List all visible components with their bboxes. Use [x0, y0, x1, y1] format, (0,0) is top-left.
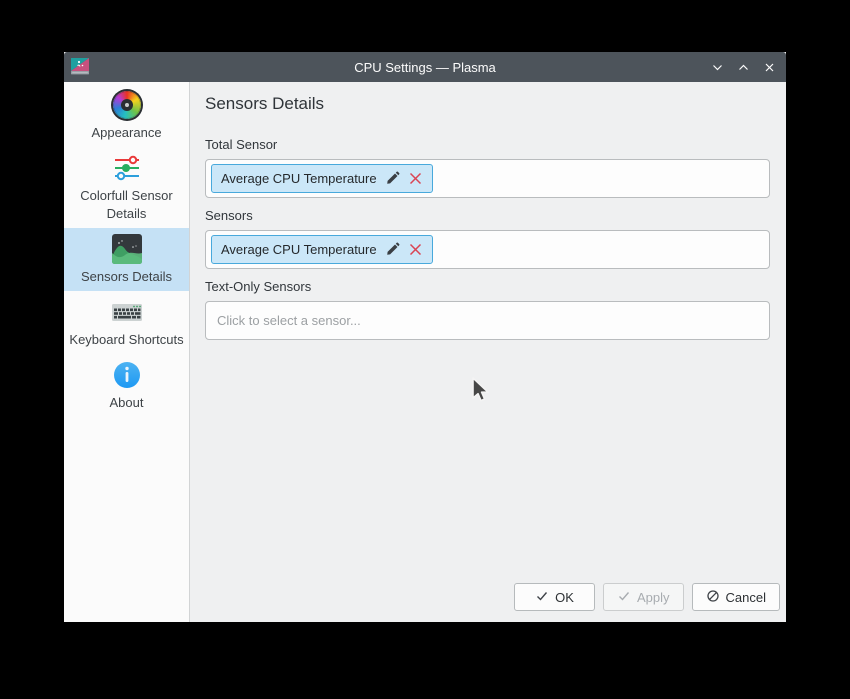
- info-icon: [111, 359, 143, 391]
- text-only-sensors-input[interactable]: [211, 302, 764, 339]
- window-title: CPU Settings — Plasma: [354, 60, 496, 75]
- apply-button-label: Apply: [637, 590, 670, 605]
- remove-x-icon[interactable]: [408, 242, 423, 257]
- chevron-down-icon[interactable]: [710, 60, 724, 74]
- cancel-button-label: Cancel: [726, 590, 766, 605]
- apply-button[interactable]: Apply: [603, 583, 684, 611]
- sidebar-item-label: Sensors Details: [81, 268, 172, 286]
- sliders-icon: [111, 152, 143, 184]
- pencil-icon[interactable]: [385, 242, 400, 257]
- sidebar-item-label: Keyboard Shortcuts: [69, 331, 183, 349]
- chevron-up-icon[interactable]: [736, 60, 750, 74]
- sensors-chip: Average CPU Temperature: [211, 235, 433, 264]
- text-only-sensors-label: Text-Only Sensors: [205, 279, 770, 294]
- sidebar-item-sensors-details[interactable]: Sensors Details: [64, 228, 189, 291]
- sensors-field[interactable]: Average CPU Temperature: [205, 230, 770, 269]
- area-chart-icon: [111, 233, 143, 265]
- sidebar: Appearance Colorfull Sensor Details: [64, 82, 190, 622]
- sidebar-item-label: About: [110, 394, 144, 412]
- pencil-icon[interactable]: [385, 171, 400, 186]
- sidebar-item-label: Colorfull Sensor Details: [67, 187, 186, 223]
- titlebar: CPU Settings — Plasma: [64, 52, 786, 82]
- settings-window: CPU Settings — Plasma Appearance: [64, 52, 786, 622]
- chip-text: Average CPU Temperature: [221, 171, 377, 186]
- total-sensor-label: Total Sensor: [205, 137, 770, 152]
- ok-button-label: OK: [555, 590, 574, 605]
- sidebar-item-label: Appearance: [91, 124, 161, 142]
- text-only-sensors-field: [205, 301, 770, 340]
- chip-text: Average CPU Temperature: [221, 242, 377, 257]
- check-icon: [617, 589, 631, 606]
- check-icon: [535, 589, 549, 606]
- sidebar-item-about[interactable]: About: [64, 354, 189, 417]
- page-title: Sensors Details: [205, 94, 770, 114]
- window-controls: [710, 52, 776, 82]
- sensors-label: Sensors: [205, 208, 770, 223]
- color-wheel-icon: [111, 89, 143, 121]
- remove-x-icon[interactable]: [408, 171, 423, 186]
- sidebar-item-colorfull-sensor-details[interactable]: Colorfull Sensor Details: [64, 147, 189, 228]
- sidebar-item-appearance[interactable]: Appearance: [64, 84, 189, 147]
- total-sensor-chip: Average CPU Temperature: [211, 164, 433, 193]
- sidebar-item-keyboard-shortcuts[interactable]: Keyboard Shortcuts: [64, 291, 189, 354]
- dialog-buttons: OK Apply Cancel: [514, 583, 780, 611]
- keyboard-icon: [111, 296, 143, 328]
- main-content: Sensors Details Total Sensor Average CPU…: [190, 82, 786, 622]
- cancel-icon: [706, 589, 720, 606]
- ok-button[interactable]: OK: [514, 583, 595, 611]
- close-icon[interactable]: [762, 60, 776, 74]
- cancel-button[interactable]: Cancel: [692, 583, 780, 611]
- plasma-settings-icon[interactable]: [70, 57, 90, 77]
- total-sensor-field[interactable]: Average CPU Temperature: [205, 159, 770, 198]
